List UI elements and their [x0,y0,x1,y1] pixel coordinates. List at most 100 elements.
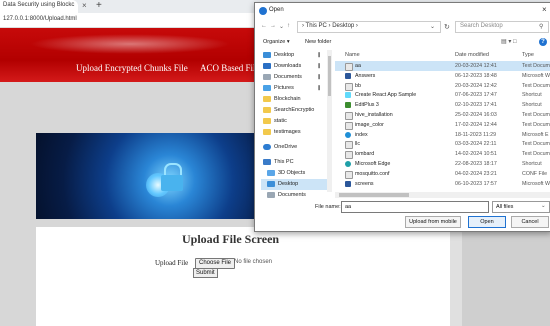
open-button[interactable]: Open [468,216,506,228]
file-type: Text Docum [522,151,550,158]
folder-icon [263,96,271,102]
file-date: 17-02-2024 12:44 [455,121,497,128]
nav-item-static[interactable]: static [261,116,327,127]
column-date-modified[interactable]: Date modified [455,52,489,58]
file-name: screens [355,180,374,187]
nav-item-onedrive[interactable]: OneDrive [261,142,327,153]
nav-aco-based-file[interactable]: ACO Based Fil [200,63,256,73]
file-list-header: Name Date modified Type [335,50,550,61]
no-file-text: No file chosen [234,259,273,265]
scrollbar-thumb[interactable] [328,56,331,96]
file-row[interactable]: image_color 17-02-2024 12:44 Text Docum [335,120,550,130]
file-row[interactable]: Answers 06-12-2023 18:48 Microsoft W [335,71,550,81]
nav-item-3d-objects[interactable]: 3D Objects [261,168,327,179]
column-type[interactable]: Type [522,52,534,58]
lock-body-shape [161,175,183,191]
file-row[interactable]: lombard 14-02-2024 10:51 Text Docum [335,149,550,160]
file-name: EditPlus 3 [355,102,379,109]
file-row[interactable]: hive_installation 25-02-2024 16:03 Text … [335,110,550,120]
nav-item-documents-pc[interactable]: Documents [261,190,327,201]
nav-item-desktop-selected[interactable]: Desktop [261,179,327,190]
new-folder-button[interactable]: New folder [305,39,331,45]
security-lock-image [36,133,266,219]
file-row[interactable]: EditPlus 3 02-10-2023 17:41 Shortcut [335,100,550,110]
nav-item-downloads[interactable]: Downloads ❚ [261,61,327,72]
text-file-icon [345,82,353,91]
nav-item-pictures[interactable]: Pictures ❚ [261,83,327,94]
dialog-toolbar: Organize ▾ New folder ▤ ▾ □ ? [255,36,550,48]
pin-icon: ❚ [317,85,322,91]
file-name: Answers [355,72,376,79]
text-file-icon [345,112,353,120]
file-date: 20-03-2024 12:41 [455,63,497,69]
pin-icon: ❚ [317,74,322,80]
file-row[interactable]: screens 06-10-2023 17:57 Microsoft W [335,179,550,189]
file-name: aa [355,63,361,69]
nav-item-documents[interactable]: Documents ❚ [261,72,327,83]
file-type-filter-select[interactable]: All files ⌄ [492,201,550,213]
address-text: 127.0.0.1:8000/Upload.html [3,16,77,22]
path-breadcrumb[interactable]: › This PC › Desktop › ⌄ [297,21,441,33]
nav-item-label: SearchEncryptio [274,107,315,113]
file-date: 07-06-2023 17:47 [455,92,497,99]
file-row[interactable]: bb 20-03-2024 12:42 Text Docum [335,81,550,91]
open-file-dialog: Open × ← → ⌄ ↑ › This PC › Desktop › ⌄ ↻… [254,2,550,232]
file-name: hive_installation [355,112,393,118]
pin-icon: ❚ [317,52,322,58]
nav-item-label: testimages [274,129,301,135]
dialog-titlebar: Open × [255,3,550,19]
up-arrow-icon[interactable]: ↑ [287,23,290,29]
nav-item-this-pc[interactable]: This PC [261,157,327,168]
forward-arrow-icon[interactable]: → [270,23,276,29]
file-type: Shortcut [522,102,542,109]
file-name: llc [355,141,361,148]
back-arrow-icon[interactable]: ← [261,23,267,29]
refresh-icon[interactable]: ↻ [444,23,450,31]
file-name: Create React App Sample [355,92,417,99]
file-row[interactable]: Microsoft Edge 22-08-2023 18:17 Shortcut [335,159,550,169]
upload-title: Upload File Screen [182,232,280,246]
scrollbar-thumb[interactable] [339,193,409,197]
browser-tab[interactable]: Data Security using Blockc [0,0,78,13]
search-input[interactable]: Search Desktop ⚲ [455,21,549,33]
file-row[interactable]: llc 03-03-2024 22:11 Text Docum [335,139,550,150]
upload-file-label: Upload File [155,259,189,267]
file-row[interactable]: mosquitto.conf 04-02-2024 23:21 CONF Fil… [335,169,550,179]
file-list-hscrollbar[interactable] [335,192,550,198]
file-name: Microsoft Edge [355,161,391,167]
submit-button[interactable]: Submit [193,268,218,278]
upload-from-mobile-button[interactable]: Upload from mobile [405,216,461,228]
path-dropdown-icon[interactable]: ⌄ [430,23,435,30]
column-name[interactable]: Name [345,52,360,58]
file-type: Microsoft W [522,180,550,187]
file-name: mosquitto.conf [355,170,390,177]
nav-pane-scrollbar[interactable] [327,50,332,192]
tab-close-icon[interactable]: × [82,1,87,10]
help-icon[interactable]: ? [539,38,547,46]
organize-menu[interactable]: Organize ▾ [263,39,290,45]
path-text: › This PC › Desktop › [302,23,358,29]
page-right-panel [462,232,550,326]
recent-chevron-icon[interactable]: ⌄ [279,23,284,30]
file-type: Microsoft E [522,131,549,138]
nav-upload-encrypted-chunks[interactable]: Upload Encrypted Chunks File [76,63,188,73]
file-row[interactable]: aa 20-03-2024 12:41 Text Docum [335,61,550,71]
nav-item-searchencryption[interactable]: SearchEncryptio [261,105,327,116]
nav-item-label: Desktop [274,52,295,58]
file-row[interactable]: Create React App Sample 07-06-2023 17:47… [335,90,550,100]
file-row[interactable]: index 18-11-2023 11:29 Microsoft E [335,130,550,140]
new-tab-icon[interactable]: + [96,0,102,11]
cancel-button[interactable]: Cancel [511,216,549,228]
shortcut-icon [345,92,351,99]
file-date: 25-02-2024 16:03 [455,112,497,118]
nav-item-blockchain[interactable]: Blockchain [261,94,327,105]
nav-item-testimages[interactable]: testimages [261,127,327,138]
dialog-close-icon[interactable]: × [542,5,547,14]
file-name-input[interactable]: aa [341,201,489,213]
file-name: bb [355,82,361,89]
view-options-icon[interactable]: ▤ ▾ □ [501,38,517,45]
file-name: lombard [355,151,375,158]
pc-icon [263,159,271,165]
nav-item-desktop[interactable]: Desktop ❚ [261,50,327,61]
cloud-icon [263,144,271,150]
